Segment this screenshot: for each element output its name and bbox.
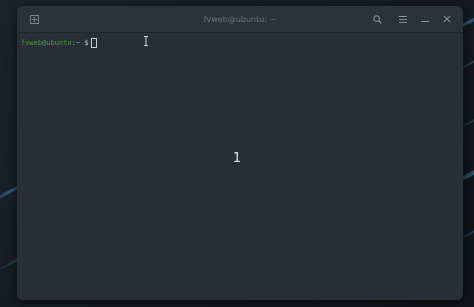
- close-icon: [443, 15, 451, 23]
- search-icon: [372, 14, 382, 24]
- hamburger-menu-icon: [399, 15, 407, 23]
- minimize-icon: [421, 21, 429, 22]
- search-button[interactable]: [370, 12, 384, 26]
- prompt-path: :~: [71, 39, 81, 47]
- terminal-area[interactable]: fvweb@ubuntu:~ $ 1: [17, 33, 463, 300]
- new-tab-icon: [29, 14, 39, 24]
- prompt-user: fvweb@ubuntu: [21, 39, 72, 47]
- text-cursor: [91, 38, 98, 48]
- shell-prompt: fvweb@ubuntu:~ $: [21, 37, 98, 49]
- menu-button[interactable]: [396, 12, 410, 26]
- terminal-window: fvweb@ubuntu: ~ fvweb@ubuntu:~ $ 1: [17, 6, 463, 300]
- close-button[interactable]: [440, 12, 454, 26]
- window-title: fvweb@ubuntu: ~: [203, 15, 277, 24]
- minimize-button[interactable]: [418, 12, 432, 26]
- prompt-symbol: $: [84, 39, 89, 47]
- i-beam-cursor-icon: [143, 36, 149, 46]
- new-tab-button[interactable]: [27, 12, 41, 26]
- overlay-number: 1: [232, 151, 242, 166]
- desktop-background: fvweb@ubuntu: ~ fvweb@ubuntu:~ $ 1: [0, 0, 474, 307]
- title-bar[interactable]: fvweb@ubuntu: ~: [17, 6, 463, 33]
